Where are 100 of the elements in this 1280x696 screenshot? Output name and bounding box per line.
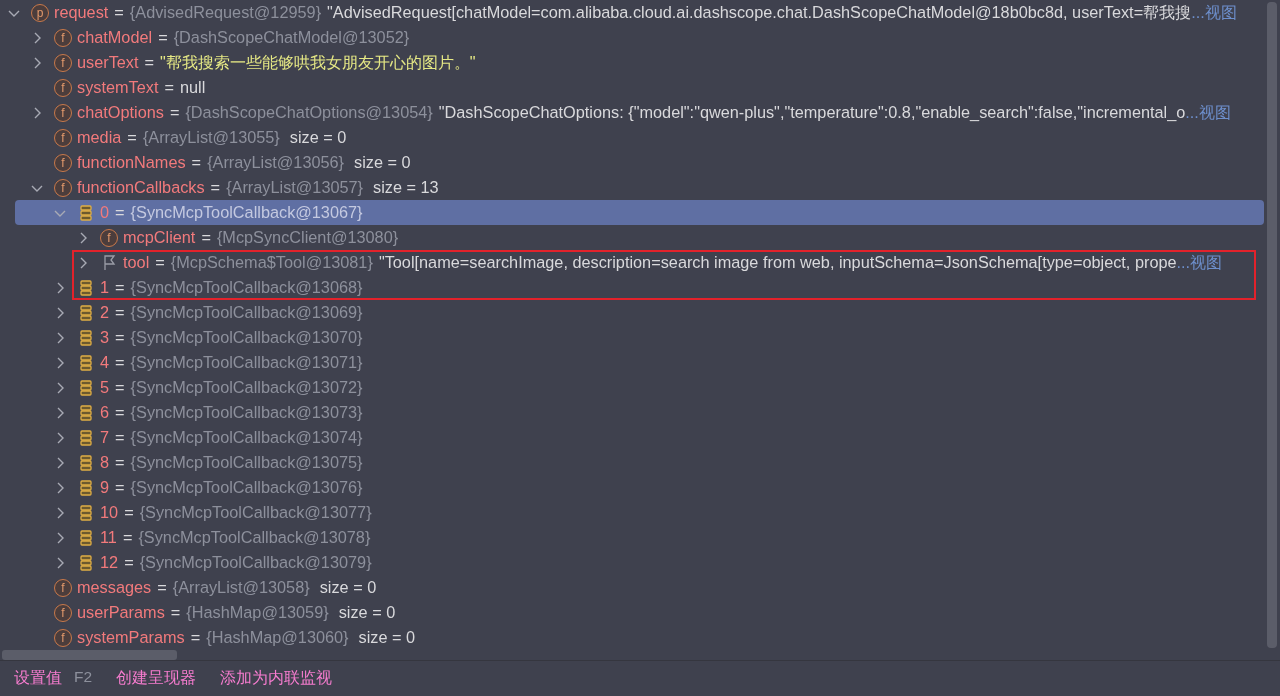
tree-row[interactable]: f media = {ArrayList@13055} size = 0 (0, 125, 1264, 150)
tree-row[interactable]: 10 = {SyncMcpToolCallback@13077} (0, 500, 1264, 525)
array-element-icon (77, 553, 95, 572)
variable-name: 1 (100, 278, 110, 297)
variable-type: {SyncMcpToolCallback@13076} (130, 478, 363, 497)
tree-row[interactable]: p request = {AdvisedRequest@12959} "AdvisedRequest[chatModel=com.alibaba.cloud.ai.dashscope.chat.DashScopeChatModel@18b0bc8d, userText=帮我搜...视图 (0, 0, 1264, 25)
equals-sign: = (114, 353, 126, 372)
equals-sign: = (121, 528, 134, 547)
tree-row[interactable]: 12 = {SyncMcpToolCallback@13079} (0, 550, 1264, 575)
variable-value: size = 0 (289, 128, 347, 147)
field-badge-icon: f (54, 578, 72, 597)
array-element-icon (77, 203, 95, 222)
variable-type: {ArrayList@13057} (226, 178, 364, 197)
variable-type: {SyncMcpToolCallback@13074} (130, 428, 363, 447)
field-badge-icon: f (54, 53, 72, 72)
variable-type: {McpSyncClient@13080} (216, 228, 399, 247)
array-element-icon (77, 503, 95, 522)
tree-row[interactable]: f chatModel = {DashScopeChatModel@13052} (0, 25, 1264, 50)
array-element-icon (77, 303, 95, 322)
tree-row[interactable]: 7 = {SyncMcpToolCallback@13074} (0, 425, 1264, 450)
tree-row[interactable]: f userText = "帮我搜索一些能够哄我女朋友开心的图片。" (0, 50, 1264, 75)
vertical-scrollbar[interactable] (1267, 2, 1277, 648)
variable-name: 3 (100, 328, 110, 347)
horizontal-scrollbar[interactable] (2, 650, 177, 660)
variable-type: {McpSchema$Tool@13081} (170, 253, 373, 272)
equals-sign: = (200, 228, 212, 247)
field-badge-icon: f (54, 153, 72, 172)
field-badge-icon: f (54, 128, 72, 147)
variable-name: userParams (77, 603, 165, 622)
variable-name: 11 (100, 528, 117, 547)
variable-name: chatModel (77, 28, 153, 47)
field-badge-icon: f (54, 628, 72, 647)
equals-sign: = (123, 503, 135, 522)
footer-action[interactable]: 设置值 F2 (14, 668, 93, 689)
tree-row[interactable]: 9 = {SyncMcpToolCallback@13076} (0, 475, 1264, 500)
variable-value: size = 0 (338, 603, 396, 622)
tree-row[interactable]: 6 = {SyncMcpToolCallback@13073} (0, 400, 1264, 425)
equals-sign: = (143, 53, 156, 72)
variable-name: 4 (100, 353, 110, 372)
footer-action[interactable]: 创建呈现器 (116, 668, 197, 689)
tree-row[interactable]: f messages = {ArrayList@13058} size = 0 (0, 575, 1264, 600)
tree-row[interactable]: 3 = {SyncMcpToolCallback@13070} (0, 325, 1264, 350)
tree-row[interactable]: f functionCallbacks = {ArrayList@13057} size = 13 (0, 175, 1264, 200)
tree-row[interactable]: f mcpClient = {McpSyncClient@13080} (0, 225, 1264, 250)
tree-row[interactable]: tool = {McpSchema$Tool@13081} "Tool[name=searchImage, description=search image from web, inputSchema=JsonSchema[type=object, prope...视图 (0, 250, 1264, 275)
equals-sign: = (169, 603, 182, 622)
variable-name: 12 (100, 553, 119, 572)
array-element-icon (77, 528, 95, 547)
variable-name: media (77, 128, 122, 147)
tree-row[interactable]: f userParams = {HashMap@13059} size = 0 (0, 600, 1264, 625)
variable-type: {SyncMcpToolCallback@13077} (139, 503, 372, 522)
tree-row[interactable]: f functionNames = {ArrayList@13056} size = 0 (0, 150, 1264, 175)
tree-row[interactable]: f systemText = null (0, 75, 1264, 100)
equals-sign: = (156, 578, 168, 597)
tree-row[interactable]: 4 = {SyncMcpToolCallback@13071} (0, 350, 1264, 375)
equals-sign: = (189, 628, 202, 647)
variable-value: size = 0 (354, 153, 411, 172)
variable-name: messages (77, 578, 152, 597)
field-badge-icon: f (100, 228, 118, 247)
tree-row[interactable]: 5 = {SyncMcpToolCallback@13072} (0, 375, 1264, 400)
field-badge-icon: p (31, 3, 49, 22)
tree-row[interactable]: 1 = {SyncMcpToolCallback@13068} (0, 275, 1264, 300)
variable-name: 6 (100, 403, 110, 422)
variable-name: mcpClient (123, 228, 196, 247)
variable-type: {SyncMcpToolCallback@13075} (130, 453, 363, 472)
variable-name: request (54, 3, 109, 22)
equals-sign: = (114, 328, 126, 347)
tree-row[interactable]: 11 = {SyncMcpToolCallback@13078} (0, 525, 1264, 550)
variable-type: {SyncMcpToolCallback@13070} (130, 328, 363, 347)
array-element-icon (77, 478, 95, 497)
variable-type: {SyncMcpToolCallback@13073} (130, 403, 363, 422)
variable-name: systemParams (77, 628, 185, 647)
equals-sign: = (114, 453, 126, 472)
variable-type: {DashScopeChatOptions@13054} (185, 103, 433, 122)
variable-type: {SyncMcpToolCallback@13067} (130, 203, 363, 222)
variable-name: 9 (100, 478, 110, 497)
variable-value: "DashScopeChatOptions: {"model":"qwen-plus","temperature":0.8,"enable_search":false,"incremental_o (438, 103, 1186, 122)
tree-row[interactable]: 8 = {SyncMcpToolCallback@13075} (0, 450, 1264, 475)
equals-sign: = (114, 278, 126, 297)
tree-row[interactable]: 2 = {SyncMcpToolCallback@13069} (0, 300, 1264, 325)
field-badge-icon: f (54, 603, 72, 622)
footer-action[interactable]: 添加为内联监视 (220, 668, 333, 689)
variable-name: 8 (100, 453, 110, 472)
variable-name: 2 (100, 303, 110, 322)
tree-row[interactable]: f systemParams = {HashMap@13060} size = 0 (0, 625, 1264, 650)
variable-value: null (179, 78, 206, 97)
field-badge-icon: f (54, 28, 72, 47)
array-element-icon (77, 378, 95, 397)
variable-name: 7 (100, 428, 110, 447)
variable-value: "Tool[name=searchImage, description=search image from web, inputSchema=JsonSchema[type=object, prope (378, 253, 1177, 272)
tree-row[interactable]: f chatOptions = {DashScopeChatOptions@13054} "DashScopeChatOptions: {"model":"qwen-plus","temperature":0.8,"enable_search":false,"incremental_o...视图 (0, 100, 1264, 125)
equals-sign: = (114, 428, 126, 447)
variable-type: {SyncMcpToolCallback@13072} (130, 378, 363, 397)
variable-type: {HashMap@13059} (186, 603, 329, 622)
variable-type: {SyncMcpToolCallback@13068} (130, 278, 363, 297)
field-badge-icon: f (54, 78, 72, 97)
equals-sign: = (114, 203, 126, 222)
array-element-icon (77, 453, 95, 472)
variable-name: 5 (100, 378, 110, 397)
array-element-icon (77, 278, 95, 297)
